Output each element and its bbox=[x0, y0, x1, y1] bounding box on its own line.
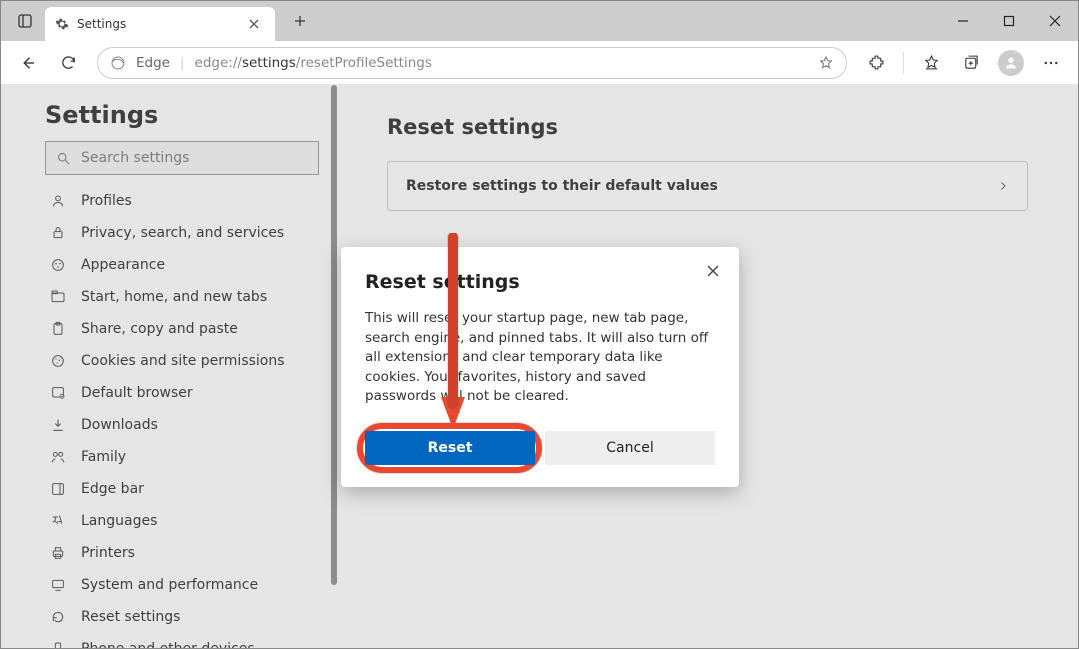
sidebar-item-label: Default browser bbox=[81, 385, 193, 401]
sidebar-item-system[interactable]: System and performance bbox=[45, 569, 319, 601]
sidebar-item-phone[interactable]: Phone and other devices bbox=[45, 633, 319, 648]
languages-icon bbox=[49, 513, 67, 529]
more-icon[interactable] bbox=[1034, 46, 1068, 80]
profile-button[interactable] bbox=[994, 46, 1028, 80]
url-text: edge://settings/resetProfileSettings bbox=[195, 55, 432, 71]
url-protocol-label: Edge bbox=[136, 55, 170, 71]
sidebar-item-edge-bar[interactable]: Edge bar bbox=[45, 473, 319, 505]
new-tab-button[interactable] bbox=[289, 10, 311, 32]
sidebar-item-label: Share, copy and paste bbox=[81, 321, 238, 337]
phone-icon bbox=[49, 641, 67, 648]
edge-logo-icon bbox=[110, 55, 126, 71]
address-bar[interactable]: Edge | edge://settings/resetProfileSetti… bbox=[97, 47, 847, 79]
sidebar-item-share[interactable]: Share, copy and paste bbox=[45, 313, 319, 345]
tab-actions-icon[interactable] bbox=[11, 7, 39, 35]
sidebar-item-printers[interactable]: Printers bbox=[45, 537, 319, 569]
cookies-icon bbox=[49, 353, 67, 369]
favorite-icon[interactable] bbox=[818, 55, 834, 71]
tab-icon bbox=[49, 289, 67, 305]
restore-defaults-row[interactable]: Restore settings to their default values bbox=[387, 161, 1028, 211]
refresh-button[interactable] bbox=[51, 46, 85, 80]
search-settings-field[interactable] bbox=[45, 141, 319, 175]
sidebar-item-cookies[interactable]: Cookies and site permissions bbox=[45, 345, 319, 377]
sidebar-item-reset[interactable]: Reset settings bbox=[45, 601, 319, 633]
close-icon[interactable] bbox=[243, 13, 265, 35]
sidebar-item-label: Downloads bbox=[81, 417, 158, 433]
lock-icon bbox=[49, 225, 67, 241]
sidebar-item-label: Start, home, and new tabs bbox=[81, 289, 267, 305]
sidebar-item-label: Languages bbox=[81, 513, 157, 529]
back-button[interactable] bbox=[11, 46, 45, 80]
search-icon bbox=[56, 151, 71, 166]
sidebar-item-label: Profiles bbox=[81, 193, 132, 209]
dialog-close-button[interactable] bbox=[701, 259, 725, 283]
sidebar-item-downloads[interactable]: Downloads bbox=[45, 409, 319, 441]
system-icon bbox=[49, 577, 67, 593]
reset-icon bbox=[49, 609, 67, 625]
reset-button[interactable]: Reset bbox=[365, 431, 535, 465]
chevron-right-icon bbox=[997, 180, 1009, 192]
family-icon bbox=[49, 449, 67, 465]
browser-icon bbox=[49, 385, 67, 401]
sidebar-item-family[interactable]: Family bbox=[45, 441, 319, 473]
sidebar-item-label: Printers bbox=[81, 545, 135, 561]
settings-sidebar: Settings Profiles Privacy, search, and s… bbox=[1, 85, 337, 648]
sidebar-scrollbar[interactable] bbox=[331, 85, 337, 648]
favorites-icon[interactable] bbox=[914, 46, 948, 80]
settings-heading: Settings bbox=[45, 101, 319, 129]
title-bar: Settings bbox=[1, 1, 1078, 41]
sidebar-item-default-browser[interactable]: Default browser bbox=[45, 377, 319, 409]
sidebar-item-privacy[interactable]: Privacy, search, and services bbox=[45, 217, 319, 249]
sidebar-item-label: Reset settings bbox=[81, 609, 180, 625]
avatar-icon bbox=[998, 50, 1024, 76]
dialog-body: This will reset your startup page, new t… bbox=[365, 309, 715, 407]
extensions-icon[interactable] bbox=[859, 46, 893, 80]
edge-bar-icon bbox=[49, 481, 67, 497]
clipboard-icon bbox=[49, 321, 67, 337]
sidebar-item-profiles[interactable]: Profiles bbox=[45, 185, 319, 217]
sidebar-item-appearance[interactable]: Appearance bbox=[45, 249, 319, 281]
search-input[interactable] bbox=[81, 150, 308, 166]
sidebar-item-start[interactable]: Start, home, and new tabs bbox=[45, 281, 319, 313]
sidebar-item-languages[interactable]: Languages bbox=[45, 505, 319, 537]
download-icon bbox=[49, 417, 67, 433]
dialog-title: Reset settings bbox=[365, 271, 715, 293]
collections-icon[interactable] bbox=[954, 46, 988, 80]
sidebar-item-label: Phone and other devices bbox=[81, 641, 255, 648]
window-maximize-button[interactable] bbox=[986, 1, 1032, 41]
reset-settings-dialog: Reset settings This will reset your star… bbox=[341, 247, 739, 487]
browser-tab[interactable]: Settings bbox=[45, 7, 275, 41]
sidebar-item-label: Edge bar bbox=[81, 481, 144, 497]
cancel-button[interactable]: Cancel bbox=[545, 431, 715, 465]
browser-toolbar: Edge | edge://settings/resetProfileSetti… bbox=[1, 41, 1078, 85]
profile-icon bbox=[49, 193, 67, 209]
page-title: Reset settings bbox=[387, 115, 1028, 139]
sidebar-item-label: System and performance bbox=[81, 577, 258, 593]
printer-icon bbox=[49, 545, 67, 561]
appearance-icon bbox=[49, 257, 67, 273]
window-close-button[interactable] bbox=[1032, 1, 1078, 41]
sidebar-item-label: Appearance bbox=[81, 257, 165, 273]
window-minimize-button[interactable] bbox=[940, 1, 986, 41]
sidebar-item-label: Family bbox=[81, 449, 126, 465]
tab-title: Settings bbox=[77, 17, 235, 31]
sidebar-item-label: Cookies and site permissions bbox=[81, 353, 285, 369]
toolbar-separator bbox=[903, 52, 904, 74]
gear-icon bbox=[55, 17, 69, 31]
sidebar-item-label: Privacy, search, and services bbox=[81, 225, 284, 241]
row-label: Restore settings to their default values bbox=[406, 178, 718, 194]
settings-nav: Profiles Privacy, search, and services A… bbox=[45, 185, 319, 648]
